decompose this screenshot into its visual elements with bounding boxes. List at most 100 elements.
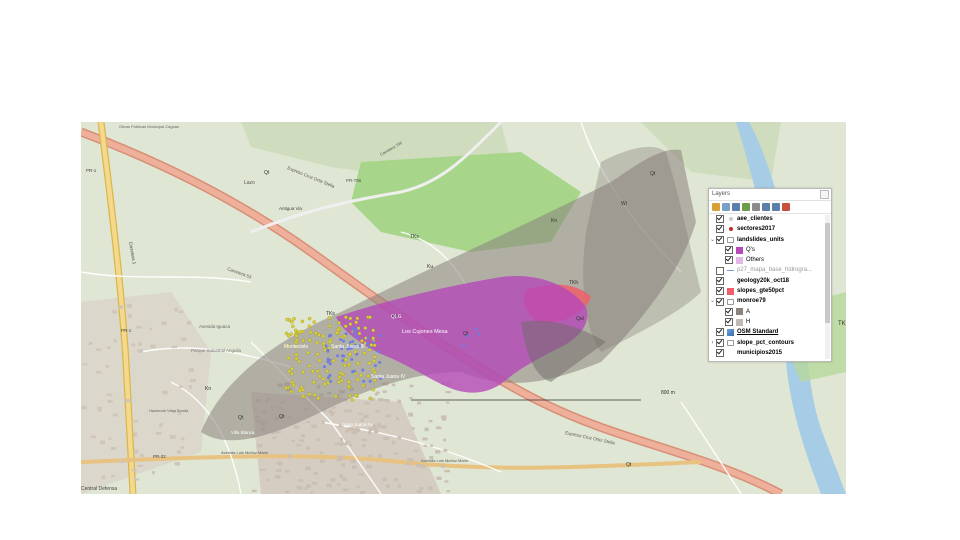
sector-point	[354, 327, 358, 331]
building	[343, 409, 350, 413]
layer-row[interactable]: Q's	[709, 245, 823, 255]
layer-row[interactable]: slopes_gte50pct	[709, 286, 823, 296]
add-group-icon[interactable]	[722, 203, 730, 211]
layer-visibility-checkbox[interactable]	[716, 328, 724, 337]
layers-tree[interactable]: aee_clientes sectores2017 ⌄ landslides_unit…	[709, 214, 823, 361]
building	[113, 338, 117, 343]
scale-label: 800 m	[661, 390, 675, 396]
building	[186, 320, 192, 325]
sector-point	[354, 332, 358, 336]
building	[419, 486, 424, 490]
sector-point	[365, 342, 369, 346]
building	[181, 437, 185, 441]
layer-visibility-checkbox[interactable]	[716, 297, 724, 306]
layer-name: geology20k_oct18	[737, 277, 790, 284]
layer-row[interactable]: sectores2017	[709, 224, 823, 234]
layer-visibility-checkbox[interactable]	[725, 307, 733, 316]
client-point	[323, 348, 327, 352]
layers-scrollbar[interactable]	[825, 215, 830, 359]
layer-row[interactable]: › slope_pct_contours	[709, 338, 823, 348]
layer-row[interactable]: municipios2015	[709, 348, 823, 358]
filter-legend-icon[interactable]	[742, 203, 750, 211]
layer-visibility-checkbox[interactable]	[716, 276, 724, 285]
building	[411, 427, 415, 430]
sector-point	[355, 336, 359, 340]
building	[368, 430, 372, 435]
layer-row[interactable]: H	[709, 317, 823, 327]
place-label: Obras Públicas Municipal Caguas	[119, 124, 179, 129]
building	[99, 440, 106, 445]
layer-visibility-checkbox[interactable]	[725, 318, 733, 327]
open-layer-styling-icon[interactable]	[712, 203, 720, 211]
expand-all-icon[interactable]	[762, 203, 770, 211]
building	[285, 469, 290, 473]
building	[320, 459, 325, 464]
layer-visibility-checkbox[interactable]	[716, 266, 724, 275]
layer-name: municipios2015	[737, 349, 783, 356]
layer-symbol-icon	[736, 318, 743, 326]
client-point	[308, 330, 313, 335]
layer-row[interactable]: ⌄ landslides_units	[709, 235, 823, 245]
building	[366, 464, 372, 469]
layer-row[interactable]: aee_clientes	[709, 214, 823, 224]
layer-row[interactable]: A	[709, 307, 823, 317]
filter-expression-icon[interactable]	[752, 203, 760, 211]
building	[81, 405, 87, 410]
building	[140, 453, 144, 458]
building	[417, 401, 422, 405]
layer-name: H	[746, 318, 751, 325]
building	[149, 327, 153, 331]
building	[352, 427, 359, 432]
layer-visibility-checkbox[interactable]	[725, 246, 733, 255]
remove-layer-icon[interactable]	[782, 203, 790, 211]
manage-visibility-icon[interactable]	[732, 203, 740, 211]
layer-name: landslides_units	[737, 236, 785, 243]
client-point	[290, 320, 294, 324]
layer-row[interactable]: ⌄ monroe79	[709, 296, 823, 306]
layer-row[interactable]: Others	[709, 255, 823, 265]
building	[397, 436, 402, 440]
building	[405, 463, 411, 466]
layer-visibility-checkbox[interactable]	[716, 235, 724, 244]
layer-row[interactable]: p27_mapa_base_hidrogra...	[709, 265, 823, 275]
client-point	[306, 350, 310, 355]
building	[133, 432, 138, 437]
chevron-icon[interactable]: ⌄	[709, 296, 716, 306]
layer-symbol-icon	[727, 270, 734, 272]
geology-label: Qal	[576, 316, 584, 322]
client-point	[286, 356, 291, 360]
client-point	[354, 393, 358, 397]
layer-visibility-checkbox[interactable]	[716, 349, 724, 357]
layer-symbol-icon	[727, 298, 734, 305]
client-point	[317, 358, 322, 363]
building	[337, 455, 344, 460]
layers-panel[interactable]: Layers aee_clientes sectores2017 ⌄ landslid…	[708, 188, 832, 362]
scrollbar-thumb[interactable]	[825, 223, 830, 323]
layer-row[interactable]: geology20k_oct18	[709, 276, 823, 286]
building	[320, 451, 324, 455]
building	[331, 406, 337, 409]
close-icon[interactable]	[820, 190, 829, 199]
building	[377, 425, 384, 428]
client-point	[315, 352, 320, 357]
layer-visibility-checkbox[interactable]	[716, 287, 724, 296]
building	[161, 321, 167, 326]
chevron-icon[interactable]: ›	[709, 338, 716, 348]
place-label: Lazo	[244, 180, 255, 186]
layer-visibility-checkbox[interactable]	[716, 338, 724, 347]
chevron-icon[interactable]: ⌄	[709, 235, 716, 245]
layers-panel-title: Layers	[709, 189, 831, 201]
layer-visibility-checkbox[interactable]	[716, 225, 724, 234]
building	[435, 426, 442, 430]
layer-visibility-checkbox[interactable]	[716, 215, 724, 224]
client-point	[290, 372, 294, 376]
building	[378, 454, 382, 458]
building	[274, 474, 281, 479]
client-point	[292, 317, 296, 321]
building	[316, 438, 320, 442]
collapse-all-icon[interactable]	[772, 203, 780, 211]
layer-row[interactable]: OSM Standard	[709, 327, 823, 337]
sector-point	[336, 354, 340, 358]
building	[435, 450, 441, 454]
layer-visibility-checkbox[interactable]	[725, 256, 733, 265]
